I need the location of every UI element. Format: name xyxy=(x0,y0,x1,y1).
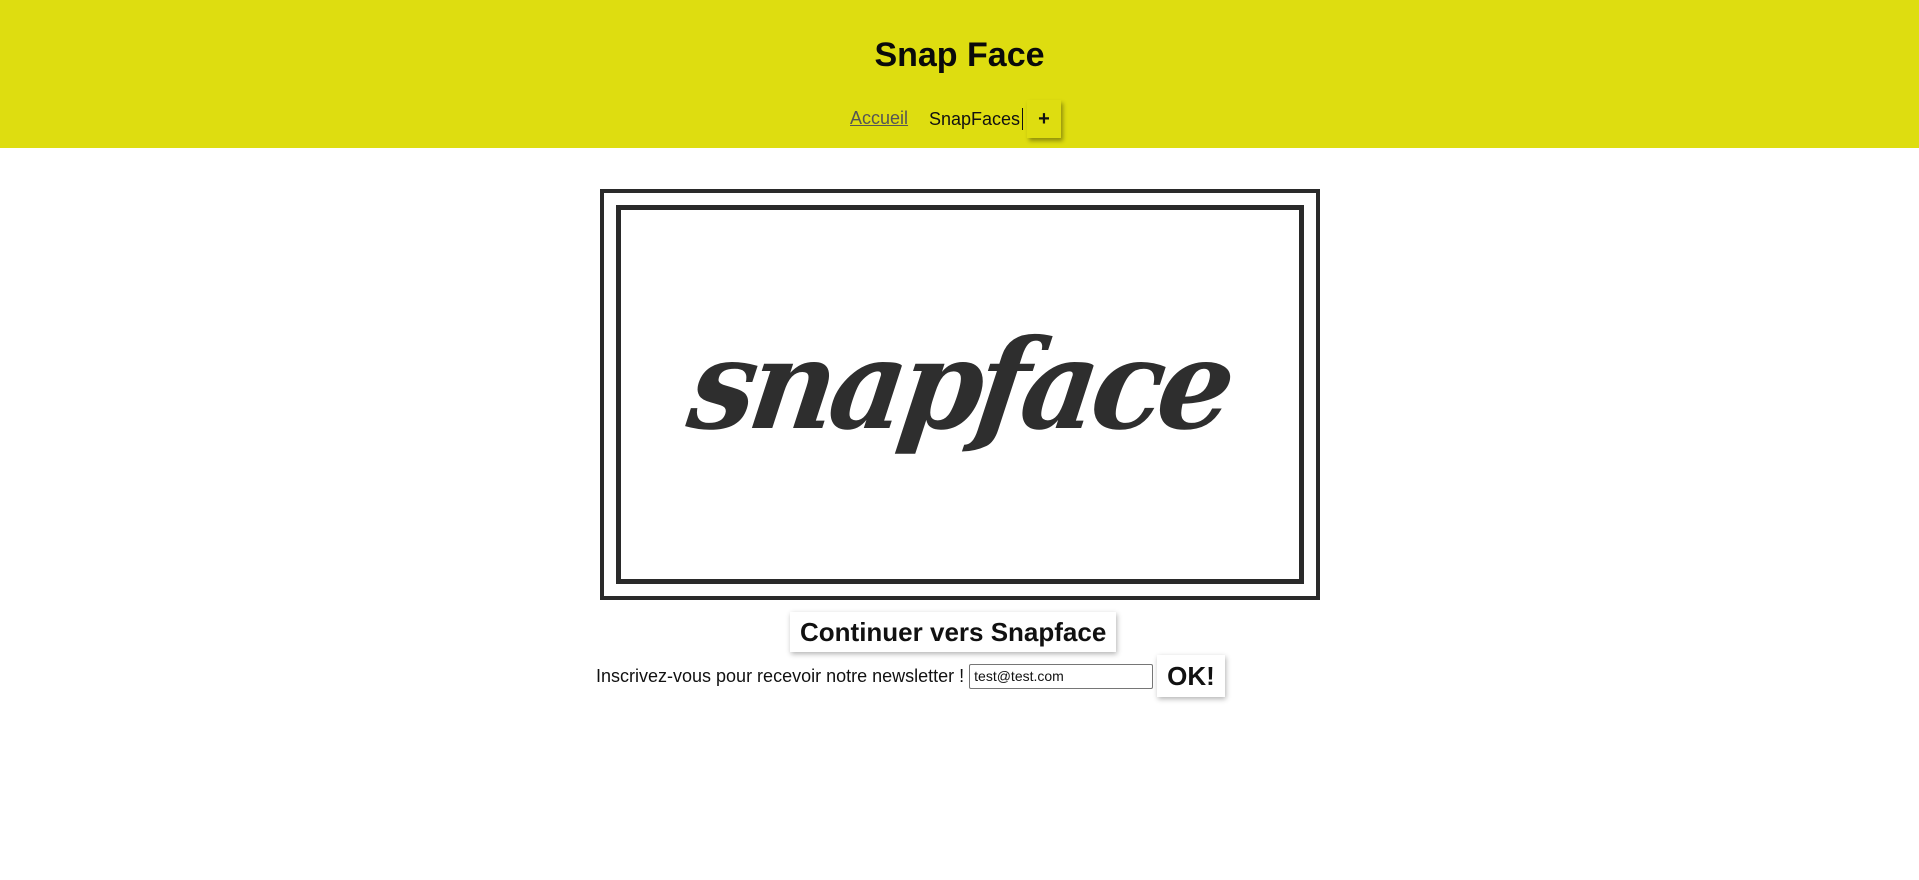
add-snapface-button[interactable]: + xyxy=(1027,100,1061,138)
logo-text: snapface xyxy=(681,311,1239,458)
main-nav: Accueil SnapFaces + xyxy=(0,100,1919,140)
newsletter-form: Inscrivez-vous pour recevoir notre newsl… xyxy=(596,654,1225,698)
snapface-logo-image: snapface xyxy=(600,189,1320,600)
continue-button[interactable]: Continuer vers Snapface xyxy=(790,612,1117,652)
logo-wordmark: snapface xyxy=(604,193,1316,596)
newsletter-submit-button[interactable]: OK! xyxy=(1157,655,1225,697)
nav-link-home[interactable]: Accueil xyxy=(850,108,908,129)
site-header: Snap Face Accueil SnapFaces + xyxy=(0,0,1919,148)
newsletter-email-input[interactable] xyxy=(969,663,1154,689)
site-title: Snap Face xyxy=(874,36,1045,74)
nav-link-snapfaces[interactable]: SnapFaces xyxy=(929,108,1024,130)
newsletter-label: Inscrivez-vous pour recevoir notre newsl… xyxy=(596,665,965,686)
